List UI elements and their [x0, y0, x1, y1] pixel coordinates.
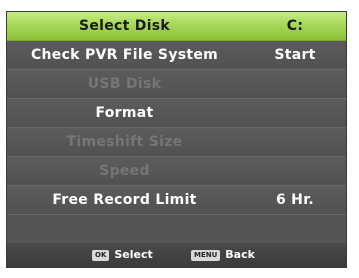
menu-key-icon: MENU — [191, 249, 221, 261]
menu-item-label: Check PVR File System — [30, 47, 219, 63]
menu-item-value: Start — [274, 47, 316, 63]
menu-item-label: Free Record Limit — [52, 192, 197, 208]
menu-item-label: Timeshift Size — [66, 134, 183, 150]
menu-item-label: Speed — [99, 163, 150, 179]
menu-item-usb-disk: USB Disk — [7, 70, 346, 99]
screen: Select Disk C: Check PVR File System Sta… — [0, 0, 359, 278]
menu-item-free-record-limit[interactable]: Free Record Limit 6 Hr. — [7, 186, 346, 215]
menu-item-value: 6 Hr. — [275, 192, 315, 208]
menu-item-format[interactable]: Format — [7, 99, 346, 128]
pvr-settings-menu: Select Disk C: Check PVR File System Sta… — [6, 11, 347, 268]
menu-item-label: Format — [95, 105, 154, 121]
back-hint: MENU Back — [191, 243, 255, 267]
select-hint: OK Select — [92, 243, 153, 267]
menu-item-check-pvr-file-system[interactable]: Check PVR File System Start — [7, 41, 346, 70]
menu-item-label: Select Disk — [78, 18, 171, 34]
back-hint-label: Back — [225, 248, 255, 261]
menu-item-value: C: — [286, 18, 304, 34]
menu-item-timeshift-size: Timeshift Size — [7, 128, 346, 157]
menu-item-speed: Speed — [7, 157, 346, 186]
menu-item-select-disk[interactable]: Select Disk C: — [7, 12, 346, 41]
menu-item-label: USB Disk — [87, 76, 162, 92]
key-hint-bar: OK Select MENU Back — [7, 243, 346, 267]
select-hint-label: Select — [114, 248, 153, 261]
ok-key-icon: OK — [92, 249, 110, 261]
